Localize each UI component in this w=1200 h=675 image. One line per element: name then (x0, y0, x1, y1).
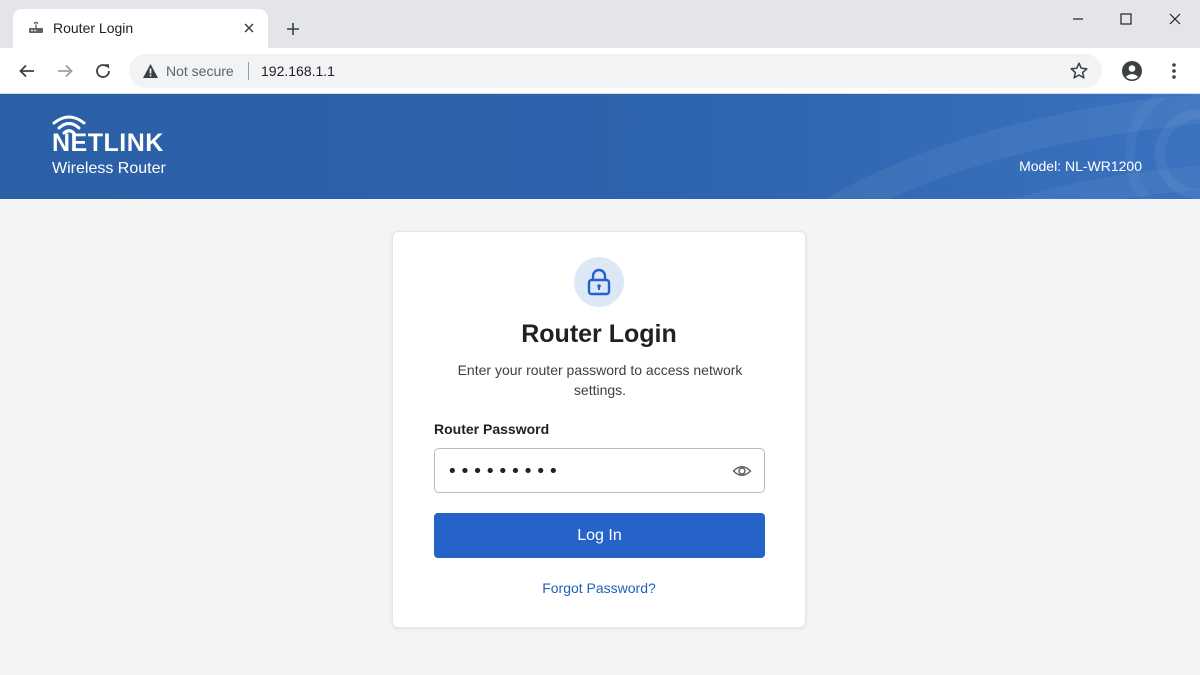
router-header-banner: NETLINK Wireless Router Model: NL-WR1200 (0, 94, 1200, 199)
profile-account-icon[interactable] (1120, 59, 1144, 83)
show-password-eye-icon[interactable] (732, 461, 752, 481)
lock-icon (587, 268, 611, 296)
browser-toolbar: Not secure 192.168.1.1 (0, 48, 1200, 94)
window-close-icon[interactable] (1160, 8, 1190, 30)
kebab-menu-icon[interactable] (1162, 59, 1186, 83)
login-card: Router Login Enter your router password … (392, 231, 806, 628)
tab-title: Router Login (53, 20, 134, 36)
new-tab-plus-icon[interactable] (282, 18, 304, 40)
bookmark-star-icon[interactable] (1069, 61, 1089, 81)
forgot-password-link[interactable]: Forgot Password? (393, 580, 805, 596)
browser-tab-bar: Router Login (0, 0, 1200, 48)
maximize-icon[interactable] (1111, 8, 1141, 30)
url-text[interactable]: 192.168.1.1 (261, 63, 335, 79)
forward-arrow-icon[interactable] (53, 59, 77, 83)
brand-logo-text: NETLINK (52, 129, 164, 157)
browser-tab[interactable]: Router Login (13, 9, 268, 48)
login-button[interactable]: Log In (434, 513, 765, 558)
password-label: Router Password (434, 421, 550, 437)
security-status-label[interactable]: Not secure (166, 63, 234, 79)
address-bar[interactable]: Not secure 192.168.1.1 (129, 54, 1102, 88)
brand-subtitle: Wireless Router (52, 160, 166, 177)
password-input[interactable] (447, 459, 717, 483)
reload-icon[interactable] (91, 59, 115, 83)
login-description: Enter your router password to access net… (457, 362, 743, 398)
warning-icon[interactable] (142, 63, 159, 79)
lock-badge (574, 257, 624, 307)
omnibox-divider (248, 62, 249, 80)
header-wave-decoration (825, 94, 1200, 199)
router-icon (27, 20, 45, 36)
model-number: Model: NL-WR1200 (1019, 158, 1142, 174)
login-title: Router Login (521, 320, 677, 348)
back-arrow-icon[interactable] (15, 59, 39, 83)
password-field[interactable] (434, 448, 765, 493)
tab-close-icon[interactable] (240, 19, 258, 37)
page-content: Router Login Enter your router password … (0, 199, 1200, 675)
minimize-icon[interactable] (1063, 8, 1093, 30)
